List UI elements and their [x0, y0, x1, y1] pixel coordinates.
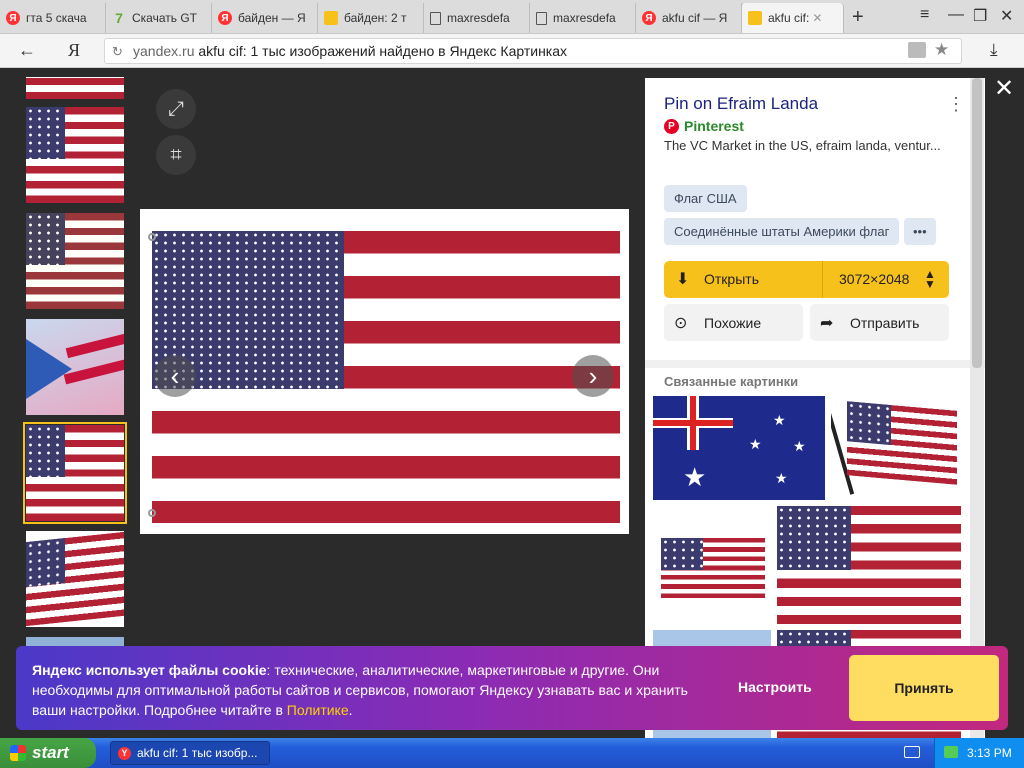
- reload-icon[interactable]: ↻: [112, 44, 123, 60]
- next-image-button[interactable]: ›: [572, 355, 614, 397]
- size-chevron-icon[interactable]: ▲ ▼: [924, 268, 936, 290]
- page-title[interactable]: Pin on Efraim Landa: [664, 94, 818, 114]
- image-search-icon: [324, 11, 338, 25]
- pinterest-icon: P: [664, 118, 679, 134]
- tab-maxresdefault-1[interactable]: maxresdefa: [424, 3, 530, 33]
- thumbnail-selected[interactable]: [23, 422, 127, 524]
- close-viewer-icon[interactable]: ✕: [994, 74, 1014, 103]
- tab-biden-images[interactable]: байден: 2 т: [318, 3, 424, 33]
- thumbnail[interactable]: [26, 319, 124, 415]
- system-tray: 3:13 PM: [934, 738, 1024, 768]
- network-icon[interactable]: [944, 746, 958, 758]
- image-description: The VC Market in the US, efraim landa, v…: [664, 138, 941, 153]
- thumbnail[interactable]: [26, 531, 124, 627]
- previous-image-button[interactable]: ‹: [154, 355, 196, 397]
- yandex-logo[interactable]: Я: [68, 40, 80, 61]
- related-image[interactable]: [653, 506, 771, 624]
- cookie-banner: Яндекс использует файлы cookie: техничес…: [16, 646, 1008, 730]
- more-tags-button[interactable]: •••: [904, 218, 936, 245]
- cookie-text: Яндекс использует файлы cookie: техничес…: [32, 662, 688, 718]
- seven-icon: 7: [115, 10, 123, 26]
- keyboard-icon[interactable]: [904, 746, 920, 758]
- similar-button[interactable]: ⊙ Похожие: [664, 304, 803, 341]
- download-icon: ⬇: [676, 271, 690, 288]
- tab-akfu-search[interactable]: Яakfu cif — Я: [636, 3, 742, 33]
- tab-akfu-images[interactable]: akfu cif: ✕: [742, 3, 844, 33]
- source-link[interactable]: P Pinterest: [664, 118, 744, 134]
- bookmark-star-icon[interactable]: ★: [934, 40, 949, 60]
- clock[interactable]: 3:13 PM: [967, 746, 1012, 760]
- address-bar: ← Я yandex.ru akfu cif: 1 тыс изображени…: [0, 34, 1024, 68]
- thumbnail[interactable]: [26, 213, 124, 309]
- document-icon: [536, 11, 547, 25]
- tab-biden-search[interactable]: Ябайден — Я: [212, 3, 318, 33]
- thumbnail[interactable]: [26, 77, 124, 99]
- open-label: Открыть: [704, 271, 759, 287]
- minimize-button[interactable]: —: [948, 6, 964, 24]
- tab-download-gt[interactable]: 7 Скачать GT: [106, 3, 212, 33]
- cookie-settings-button[interactable]: Настроить: [738, 679, 812, 695]
- url-field[interactable]: yandex.ru akfu cif: 1 тыс изображений на…: [104, 38, 962, 64]
- image-info-panel: Pin on Efraim Landa ⋮ P Pinterest The VC…: [645, 78, 985, 738]
- policy-link[interactable]: Политике: [287, 702, 349, 718]
- fullscreen-icon[interactable]: ⤢: [156, 89, 196, 129]
- image-search-icon: [748, 11, 762, 25]
- tab-bar: Ягта 5 скача 7 Скачать GT Ябайден — Я бай…: [0, 0, 1024, 34]
- main-image: [140, 209, 629, 534]
- tab-gta-download[interactable]: Ягта 5 скача: [0, 3, 106, 33]
- close-window-button[interactable]: ✕: [1000, 6, 1013, 26]
- open-button[interactable]: ⬇ Открыть 3072×2048 ▲ ▼: [664, 261, 949, 298]
- tab-maxresdefault-2[interactable]: maxresdefa: [530, 3, 636, 33]
- windows-logo-icon: [10, 745, 26, 761]
- document-icon: [430, 11, 441, 25]
- lens-icon: ⊙: [674, 315, 688, 332]
- related-image[interactable]: ★ ★ ★ ★ ★: [653, 396, 825, 500]
- download-icon[interactable]: ⤓: [990, 40, 998, 60]
- related-image[interactable]: [831, 396, 961, 500]
- menu-icon[interactable]: ≡: [920, 6, 929, 24]
- more-options-icon[interactable]: ⋮: [947, 94, 965, 115]
- taskbar: start Y akfu cif: 1 тыс изобр... 3:13 PM: [0, 738, 1024, 768]
- cookie-accept-button[interactable]: Принять: [849, 655, 999, 721]
- taskbar-browser-item[interactable]: Y akfu cif: 1 тыс изобр...: [110, 741, 270, 765]
- tab-close-icon[interactable]: ✕: [812, 11, 822, 25]
- crop-icon[interactable]: ⌗: [156, 135, 196, 175]
- url-title: akfu cif: 1 тыс изображений найдено в Ян…: [198, 43, 568, 59]
- yandex-icon: Я: [6, 11, 20, 25]
- thumbnail[interactable]: [26, 107, 124, 203]
- yandex-browser-icon: Y: [118, 747, 131, 760]
- lock-icon[interactable]: [908, 42, 926, 58]
- new-tab-button[interactable]: +: [852, 6, 864, 29]
- panel-scrollbar[interactable]: [970, 78, 984, 738]
- image-size-select[interactable]: 3072×2048: [839, 271, 909, 287]
- yandex-icon: Я: [642, 11, 656, 25]
- share-button[interactable]: ➦ Отправить: [810, 304, 949, 341]
- start-button[interactable]: start: [0, 738, 96, 768]
- back-icon[interactable]: ←: [18, 40, 36, 61]
- related-images-heading: Связанные картинки: [664, 374, 799, 389]
- related-image[interactable]: [777, 506, 961, 624]
- maximize-button[interactable]: ❐: [973, 6, 987, 26]
- tag-us-flag[interactable]: Флаг США: [664, 185, 747, 212]
- yandex-icon: Я: [218, 11, 232, 25]
- url-domain: yandex.ru: [133, 43, 195, 59]
- source-name: Pinterest: [684, 118, 744, 134]
- share-arrow-icon: ➦: [820, 315, 834, 332]
- tag-usa-flag[interactable]: Соединённые штаты Америки флаг: [664, 218, 900, 245]
